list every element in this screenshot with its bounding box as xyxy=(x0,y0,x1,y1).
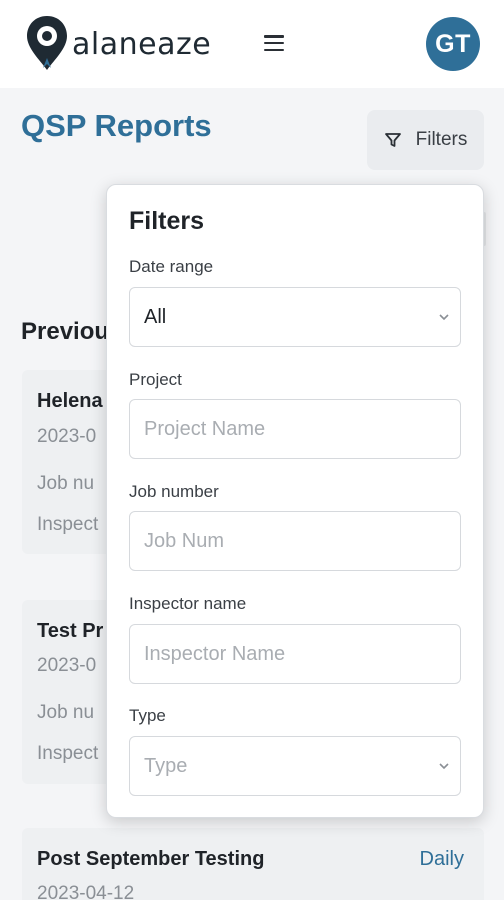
page-title: QSP Reports xyxy=(21,108,212,143)
hamburger-menu-icon[interactable] xyxy=(262,32,286,54)
report-inspector: Inspect xyxy=(37,743,99,764)
job-number-input-wrap xyxy=(129,511,461,571)
job-number-input[interactable] xyxy=(144,512,460,570)
filter-funnel-icon xyxy=(384,133,401,147)
report-job-number: Job nu xyxy=(37,473,95,494)
project-label: Project xyxy=(129,370,182,389)
report-title: Test Pr xyxy=(37,620,104,642)
date-range-value: All xyxy=(144,305,167,328)
report-date: 2023-0 xyxy=(37,426,97,447)
filters-button[interactable]: Filters xyxy=(367,110,484,170)
project-name-input[interactable] xyxy=(144,400,460,458)
date-range-label: Date range xyxy=(129,257,214,276)
type-label: Type xyxy=(129,706,166,725)
report-inspector: Inspect xyxy=(37,514,99,535)
type-select-placeholder: Type xyxy=(144,754,188,777)
filters-popover: Filters Date range All Project Job numbe… xyxy=(106,184,484,818)
report-type-badge: Daily xyxy=(419,848,464,870)
report-card[interactable]: Post September Testing Daily 2023-04-12 xyxy=(22,828,484,900)
report-title: Post September Testing xyxy=(37,848,265,870)
chevron-down-icon xyxy=(439,763,449,770)
report-job-number: Job nu xyxy=(37,702,95,723)
inspector-name-input-wrap xyxy=(129,624,461,684)
inspector-name-label: Inspector name xyxy=(129,594,247,613)
report-date: 2023-0 xyxy=(37,655,97,676)
report-date: 2023-04-12 xyxy=(37,883,135,900)
filters-button-label: Filters xyxy=(415,129,468,150)
map-pin-logo-icon xyxy=(27,16,67,70)
type-select[interactable]: Type xyxy=(129,736,461,796)
chevron-down-icon xyxy=(439,314,449,321)
logo-text: alaneaze xyxy=(72,26,212,62)
job-number-label: Job number xyxy=(129,482,219,501)
app-header: alaneaze GT xyxy=(0,0,504,88)
report-title: Helena xyxy=(37,390,103,412)
app-logo[interactable]: alaneaze xyxy=(24,14,211,72)
filters-popover-title: Filters xyxy=(129,207,205,235)
section-title: Previou xyxy=(21,318,110,345)
inspector-name-input[interactable] xyxy=(144,625,460,683)
date-range-select[interactable]: All xyxy=(129,287,461,347)
project-name-input-wrap xyxy=(129,399,461,459)
user-avatar[interactable]: GT xyxy=(426,17,480,71)
